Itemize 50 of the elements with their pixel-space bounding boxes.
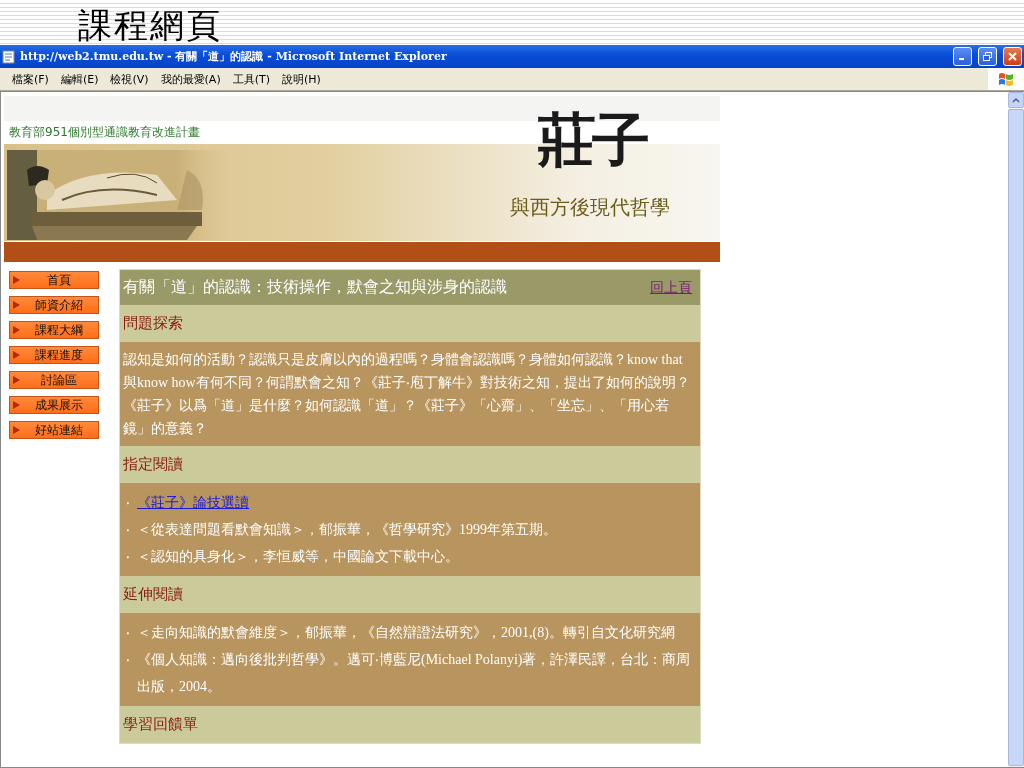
menu-item[interactable]: 工具(T) <box>226 71 276 87</box>
minimize-button[interactable] <box>953 47 972 66</box>
menu-item[interactable]: 檢視(V) <box>104 71 155 87</box>
bullet: ‧ <box>125 624 131 642</box>
arrow-up-icon <box>1012 97 1020 103</box>
menu-item[interactable]: 檔案(F) <box>6 71 55 87</box>
program-title: 教育部951個別型通識教育改進計畫 <box>9 124 200 141</box>
nav-button[interactable]: 課程進度 <box>9 346 99 364</box>
triangle-icon <box>13 426 20 434</box>
menu-item[interactable]: 編輯(E) <box>54 71 105 87</box>
page-icon <box>2 49 16 64</box>
triangle-icon <box>13 401 20 409</box>
reading-item: ＜走向知識的默會維度＞，郁振華，《自然辯證法研究》，2001,(8)。轉引自文化研究網 <box>137 624 675 642</box>
nav-button[interactable]: 成果展示 <box>9 396 99 414</box>
section-heading: 問題探索 <box>123 314 183 333</box>
reading-item: ＜從表達問題看默會知識＞，郁振華，《哲學研究》1999年第五期。 <box>137 521 557 539</box>
section-heading: 延伸閱讀 <box>123 585 183 604</box>
triangle-icon <box>13 351 20 359</box>
calligraphy-logo: 莊子 <box>537 105 648 176</box>
triangle-icon <box>13 326 20 334</box>
banner-subtitle: 與西方後現代哲學 <box>510 194 670 221</box>
article-title: 有關「道」的認識：技術操作，默會之知與涉身的認識 <box>123 277 507 297</box>
triangle-icon <box>13 276 20 284</box>
window-title: http://web2.tmu.edu.tw - 有關「道」的認識 - Microsoft Internet Explorer <box>20 49 448 64</box>
section-heading: 學習回饋單 <box>123 715 198 734</box>
menu-item[interactable]: 我的最愛(A) <box>154 71 227 87</box>
section-heading: 指定閱讀 <box>123 455 183 474</box>
restore-icon <box>982 51 993 62</box>
scroll-up-button[interactable] <box>1008 92 1024 108</box>
bullet: ‧ <box>125 651 131 669</box>
restore-button[interactable] <box>978 47 997 66</box>
scrollbar-thumb[interactable] <box>1008 109 1024 766</box>
slide-title: 課程網頁 <box>78 5 222 45</box>
reading-item: 《個人知識：邁向後批判哲學》。邁可‧博藍尼(Michael Polanyi)著，許澤民譯，台北：商周出版，2004。 <box>137 651 692 696</box>
paragraph: 認知是如何的活動？認識只是皮膚以內的過程嗎？身體會認識嗎？身體如何認識？know that與know how有何不同？何謂默會之知？《莊子‧庖丁解牛》對技術之知，提出了如何的說明？《莊子》以爲「道」是什麼？如何認識「道」？《莊子》「心齋」、「坐忘」、「用心若鏡」的意義？ <box>123 351 691 438</box>
bullet: ‧ <box>125 494 131 512</box>
menu-item[interactable]: 說明(H) <box>276 71 327 87</box>
triangle-icon <box>13 376 20 384</box>
nav-button[interactable]: 師資介紹 <box>9 296 99 314</box>
windows-logo-icon <box>998 71 1014 87</box>
triangle-icon <box>13 301 20 309</box>
nav-button[interactable]: 課程大綱 <box>9 321 99 339</box>
close-icon <box>1007 51 1018 62</box>
reading-item: ＜認知的具身化＞，李恒威等，中國論文下載中心。 <box>137 548 459 566</box>
nav-button[interactable]: 好站連結 <box>9 421 99 439</box>
nav-button[interactable]: 首頁 <box>9 271 99 289</box>
bullet: ‧ <box>125 521 131 539</box>
bullet: ‧ <box>125 548 131 566</box>
close-button[interactable] <box>1003 47 1022 66</box>
nav-button[interactable]: 討論區 <box>9 371 99 389</box>
